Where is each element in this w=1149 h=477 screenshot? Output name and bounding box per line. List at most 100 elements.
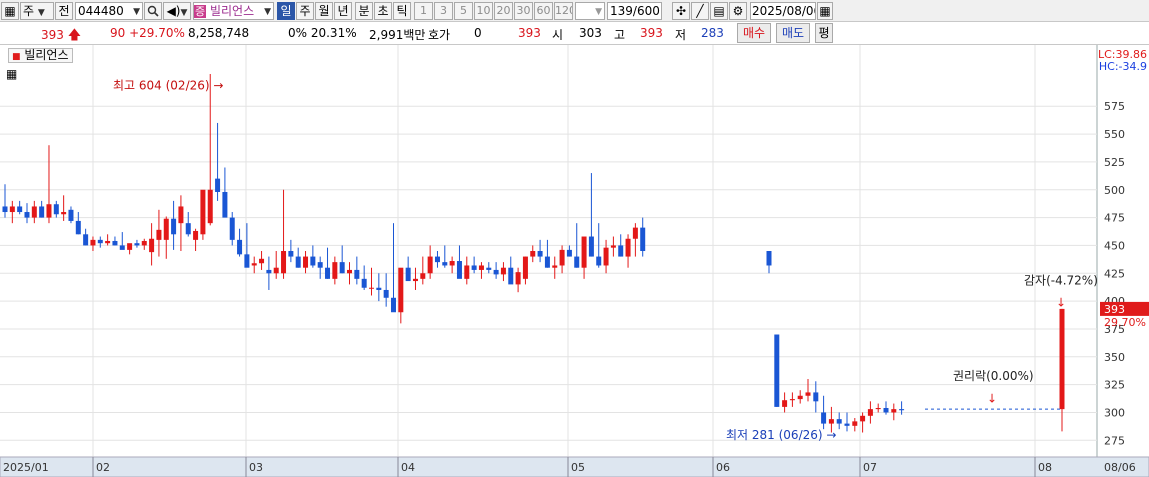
- current-change-label: 29.70%: [1104, 316, 1146, 329]
- calendar-icon[interactable]: ▦: [817, 2, 833, 20]
- candle-body: [127, 243, 133, 250]
- market-type-label: 주: [23, 4, 35, 18]
- candle-body: [867, 409, 873, 416]
- candle-body: [156, 229, 162, 240]
- interval-10[interactable]: 10: [474, 2, 493, 20]
- candle-body: [515, 272, 521, 285]
- table-icon[interactable]: ▦: [6, 67, 17, 81]
- candle-body: [789, 399, 795, 401]
- up-arrow-icon: 🡅: [67, 28, 82, 43]
- x-tick-label: 04: [401, 461, 415, 474]
- candle-body: [471, 265, 477, 270]
- prev-button[interactable]: 전: [55, 2, 73, 20]
- reduction-arrow-icon: ↓: [1056, 296, 1066, 310]
- period-week-tab[interactable]: 주: [296, 2, 314, 20]
- interval-1[interactable]: 1: [414, 2, 433, 20]
- buy-button[interactable]: 매수: [737, 23, 771, 43]
- price-chart[interactable]: 275 300 325 350 375 400 425 450 475 500 525 550 575 2…: [0, 45, 1149, 477]
- candle-body: [24, 212, 30, 218]
- interval-60[interactable]: 60: [534, 2, 553, 20]
- candle-body: [222, 191, 228, 218]
- interval-custom-select[interactable]: ▼: [575, 2, 605, 20]
- period-month-tab[interactable]: 월: [315, 2, 333, 20]
- y-tick-label: 550: [1104, 128, 1125, 141]
- candle-body: [2, 206, 8, 213]
- candle-body: [544, 256, 550, 268]
- candle-body: [828, 419, 834, 424]
- period-tick-tab[interactable]: 틱: [393, 2, 411, 20]
- high-annotation: 최고 604 (02/26) →: [113, 79, 223, 93]
- x-tick-label: 03: [249, 461, 263, 474]
- x-tick-label: 02: [96, 461, 110, 474]
- candle-body: [215, 178, 221, 192]
- period-year-tab[interactable]: 년: [334, 2, 352, 20]
- period-minute-tab[interactable]: 분: [355, 2, 373, 20]
- candle-body: [596, 256, 602, 266]
- candle-body: [295, 256, 301, 268]
- market-type-select[interactable]: 주 ▼: [20, 2, 54, 20]
- speaker-icon[interactable]: ◀)▼: [163, 2, 191, 20]
- interval-120[interactable]: 120: [554, 2, 573, 20]
- candle-body: [339, 262, 345, 274]
- candle-body: [229, 217, 235, 240]
- data-count-field[interactable]: 139/600: [607, 2, 662, 20]
- draw-line-icon[interactable]: ╱: [691, 2, 709, 20]
- interval-20[interactable]: 20: [494, 2, 513, 20]
- period-day-tab[interactable]: 일: [277, 2, 295, 20]
- candle-body: [478, 265, 484, 270]
- candle-body: [9, 206, 15, 213]
- price-change: 90 +29.70%: [110, 26, 185, 40]
- x-tick-label: 08: [1038, 461, 1052, 474]
- evaluation-button[interactable]: 평: [815, 23, 833, 43]
- candle-body: [134, 243, 140, 246]
- gear-icon[interactable]: ⚙: [729, 2, 747, 20]
- candle-body: [860, 415, 866, 422]
- candle-body: [119, 245, 125, 250]
- chevron-down-icon: ▼: [595, 7, 602, 17]
- quote-value: 0: [474, 26, 482, 40]
- candle-body: [390, 297, 396, 313]
- current-price-label: 393: [1104, 303, 1125, 316]
- legend-marker-icon: ■: [12, 52, 21, 62]
- candle-body: [112, 240, 118, 246]
- candle-body: [266, 269, 272, 274]
- grid-menu-icon[interactable]: ▦: [1, 2, 19, 20]
- interval-3[interactable]: 3: [434, 2, 453, 20]
- period-second-tab[interactable]: 초: [374, 2, 392, 20]
- candle-body: [581, 236, 587, 268]
- candle-body: [782, 400, 788, 407]
- candle-body: [456, 261, 462, 279]
- stock-name: 빌리언스: [209, 4, 255, 18]
- interval-5[interactable]: 5: [454, 2, 473, 20]
- low-label: 저: [675, 28, 687, 42]
- chart-toolbar: ▦ 주 ▼ 전 044480 ▼ ◀)▼ 증 빌리언스 ▼ 일 주 월 년 분 …: [0, 0, 1149, 22]
- quote-price: 393: [518, 26, 541, 40]
- candle-body: [603, 247, 609, 266]
- legend: ■ 빌리언스: [8, 48, 73, 63]
- date-input[interactable]: 2025/08/06: [750, 2, 816, 20]
- y-tick-label: 350: [1104, 351, 1125, 364]
- y-tick-label: 450: [1104, 239, 1125, 252]
- candle-body: [141, 240, 147, 246]
- candle-body: [369, 287, 374, 289]
- candle-body: [500, 267, 506, 275]
- x-tick-label: 08/06: [1104, 461, 1136, 474]
- candle-body: [273, 267, 279, 274]
- save-icon[interactable]: ▤: [710, 2, 728, 20]
- stock-name-field[interactable]: 증 빌리언스 ▼: [193, 2, 274, 20]
- candle-body: [332, 262, 338, 279]
- candle-body: [97, 239, 103, 244]
- chart-type-icon[interactable]: ✣: [672, 2, 690, 20]
- candle-body: [464, 265, 470, 279]
- sell-button[interactable]: 매도: [776, 23, 810, 43]
- chevron-down-icon: ▼: [264, 7, 271, 17]
- x-tick-label: 05: [571, 461, 585, 474]
- x-tick-label: 2025/01: [3, 461, 49, 474]
- candle-body: [766, 251, 772, 266]
- interval-30[interactable]: 30: [514, 2, 533, 20]
- candle-body: [566, 249, 572, 257]
- candle-body: [449, 261, 455, 266]
- candle-body: [90, 239, 96, 246]
- stock-code-input[interactable]: 044480 ▼: [75, 2, 143, 20]
- search-icon[interactable]: [144, 2, 162, 20]
